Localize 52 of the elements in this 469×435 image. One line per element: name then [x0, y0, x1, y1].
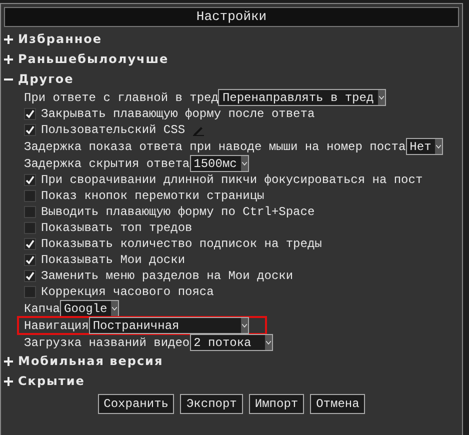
- caret-icon: [266, 340, 271, 344]
- setting-label: Задержка скрытия ответа: [24, 156, 190, 172]
- dropdown[interactable]: Перенаправлять в тред: [218, 89, 386, 106]
- section-header[interactable]: Другое: [18, 69, 74, 89]
- caret-icon: [112, 306, 118, 310]
- dialog-button[interactable]: Сохранить: [98, 394, 174, 414]
- setting-label: Показывать Мои доски: [41, 252, 186, 269]
- checkbox[interactable]: [24, 124, 36, 136]
- checkbox[interactable]: [24, 254, 36, 266]
- dropdown[interactable]: Нет: [406, 138, 444, 155]
- setting-label: Пользовательский CSS: [41, 122, 186, 139]
- checkbox[interactable]: [24, 108, 36, 120]
- setting-label: Показывать топ тредов: [41, 220, 192, 237]
- caret-icon: [242, 162, 247, 166]
- setting-label: При сворачивании длинной пикчи фокусироваться на пост: [41, 172, 423, 189]
- section-header[interactable]: Мобильная версия: [18, 351, 164, 371]
- dropdown[interactable]: 2 потока: [190, 334, 273, 351]
- setting-label: Загрузка названий видео: [24, 334, 190, 352]
- dialog-button[interactable]: Экспорт: [180, 394, 243, 414]
- setting-label: Коррекция часового пояса: [41, 284, 214, 301]
- setting-label: Закрывать плавающую форму после ответа: [41, 106, 315, 123]
- dropdown[interactable]: Google: [60, 300, 120, 317]
- setting-label: Капча: [24, 300, 60, 318]
- setting-label: При ответе с главной в тред: [24, 90, 218, 106]
- setting-label: Показывать количество подписок на треды: [41, 236, 322, 253]
- checkbox[interactable]: [24, 174, 36, 186]
- dropdown[interactable]: Постраничная: [88, 317, 249, 334]
- section-header[interactable]: Скрытие: [18, 371, 85, 391]
- setting-label: Заменить меню разделов на Мои доски: [41, 268, 294, 285]
- window-title: Настройки: [4, 7, 459, 27]
- expand-icon[interactable]: [4, 356, 13, 366]
- caret-icon: [242, 324, 247, 328]
- section-header[interactable]: Избранное: [18, 29, 102, 49]
- setting-label: Задержка показа ответа при наводе мыши на номер поста: [24, 138, 406, 156]
- expand-icon[interactable]: [4, 54, 13, 64]
- checkbox[interactable]: [24, 238, 36, 250]
- setting-label: Выводить плавающую форму по Ctrl+Space: [41, 204, 315, 221]
- checkbox[interactable]: [24, 222, 36, 234]
- expand-icon[interactable]: [4, 34, 13, 44]
- section-header[interactable]: Раньшебылолучше: [18, 49, 169, 69]
- setting-label: Показ кнопок перемотки страницы: [41, 188, 264, 205]
- caret-icon: [378, 96, 384, 100]
- checkbox[interactable]: [24, 286, 36, 298]
- dialog-button[interactable]: Отмена: [310, 394, 366, 414]
- setting-label: Навигация: [24, 318, 89, 334]
- checkbox[interactable]: [24, 206, 36, 218]
- dialog-button[interactable]: Импорт: [248, 394, 304, 414]
- expand-icon[interactable]: [4, 376, 13, 386]
- caret-icon: [436, 144, 442, 148]
- checkbox[interactable]: [24, 190, 36, 202]
- dropdown[interactable]: 1500мс: [190, 155, 249, 172]
- checkbox[interactable]: [24, 270, 36, 282]
